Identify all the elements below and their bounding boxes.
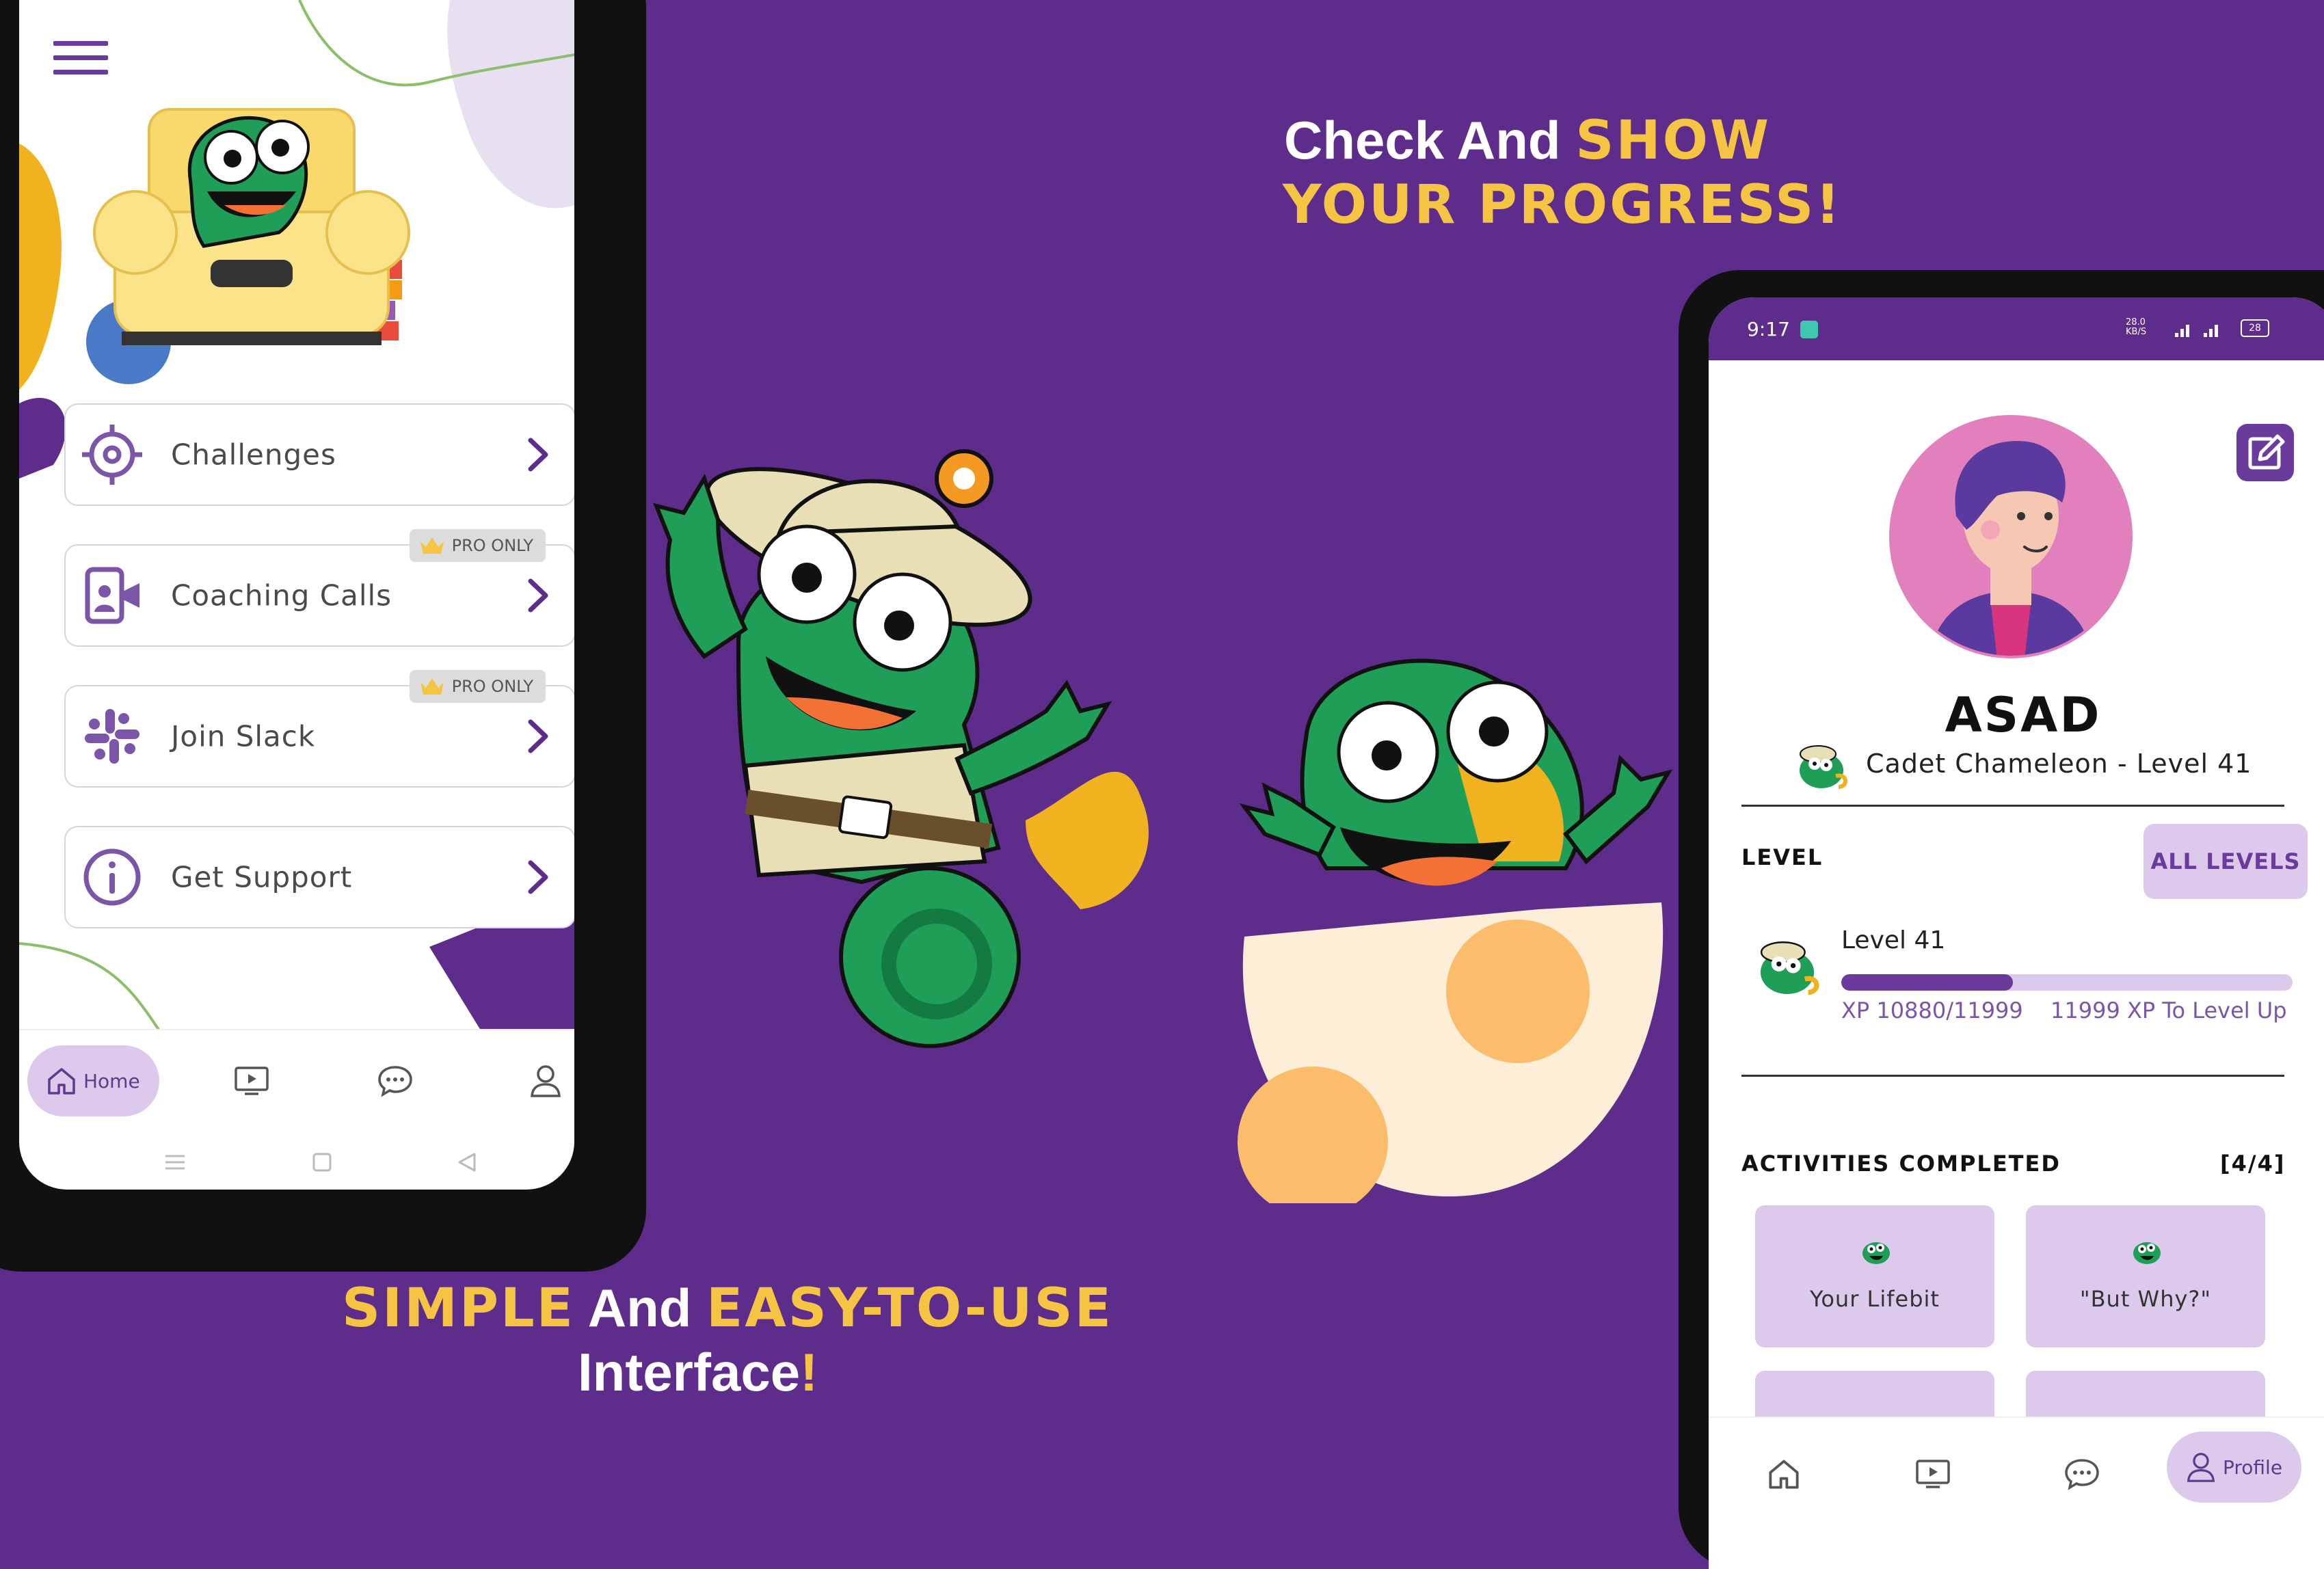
chat-bubble-icon (2065, 1459, 2099, 1490)
level-badge-icon (1760, 941, 1819, 995)
headline-bottom-line2: Interface! (578, 1341, 818, 1404)
nav-profile[interactable]: Profile (2167, 1432, 2302, 1503)
nav-videos[interactable] (1906, 1438, 1960, 1510)
crown-icon (420, 678, 444, 695)
video-player-icon (1916, 1460, 1950, 1488)
left-bottom-nav: Home (19, 1029, 574, 1140)
chevron-right-icon (528, 719, 548, 753)
chat-bubble-icon (378, 1066, 412, 1097)
hamburger-menu-icon[interactable] (53, 41, 108, 79)
user-icon (2187, 1453, 2215, 1482)
edit-profile-button[interactable] (2236, 424, 2294, 481)
all-levels-button[interactable]: ALL LEVELS (2143, 824, 2308, 899)
left-phone-frame: Challenges Coaching Calls PRO ONLY Join … (0, 0, 646, 1272)
right-bottom-nav: Profile (1709, 1417, 2324, 1569)
notification-icon (1800, 321, 1818, 338)
nav-chat[interactable] (2055, 1438, 2109, 1510)
divider (1741, 1075, 2284, 1077)
chevron-right-icon (528, 860, 548, 894)
chevron-right-icon (528, 438, 548, 472)
divider (1741, 805, 2284, 807)
xp-current: XP 10880/11999 (1841, 997, 2023, 1023)
pro-only-badge: PRO ONLY (409, 529, 546, 562)
avatar (1889, 415, 2133, 658)
activity-card-your-lifebit[interactable]: Your Lifebit (1755, 1205, 1994, 1347)
nav-videos[interactable] (224, 1045, 279, 1116)
nav-home[interactable]: Home (27, 1045, 159, 1116)
nav-home[interactable] (1757, 1438, 1811, 1510)
headline-top-line2: YOUR PROGRESS! (1283, 174, 1842, 236)
system-back-icon[interactable] (457, 1152, 477, 1172)
home-icon (48, 1068, 75, 1095)
system-home-icon[interactable] (312, 1152, 332, 1172)
menu-item-get-support[interactable]: Get Support (64, 826, 574, 928)
battery-level: 28 (2249, 323, 2261, 334)
edit-icon (2248, 434, 2285, 470)
egg-chameleon-illustration (1238, 658, 1673, 1203)
pro-only-badge: PRO ONLY (409, 670, 546, 703)
xp-to-level: 11999 XP To Level Up (2051, 997, 2287, 1023)
network-speed: 28.0 KB/S (2126, 317, 2147, 337)
crown-icon (420, 537, 444, 554)
home-icon (1769, 1460, 1799, 1489)
headline-bottom-part1: SIMPLE (342, 1278, 575, 1339)
right-phone-screen: 9:17 28.0 KB/S 28 ASAD Cadet Chameleon -… (1709, 297, 2324, 1569)
headline-bottom-part2: And (574, 1278, 707, 1338)
rank-badge-icon (1800, 745, 1847, 789)
headline-bottom-line1: SIMPLE And EASY-TO-USE (342, 1277, 1113, 1339)
level-label: Level 41 (1841, 926, 1946, 954)
menu-item-label: Challenges (171, 438, 336, 472)
nav-home-label: Home (83, 1069, 140, 1092)
menu-item-challenges[interactable]: Challenges (64, 403, 574, 506)
nav-profile-label: Profile (2223, 1456, 2283, 1479)
menu-item-coaching-calls[interactable]: Coaching Calls PRO ONLY (64, 529, 574, 647)
slack-icon (85, 709, 139, 764)
gaming-chameleon-illustration (86, 108, 410, 384)
headline-top-line1: Check And SHOW (1284, 109, 1771, 172)
system-navigation-bar (19, 1138, 574, 1190)
explorer-chameleon-illustration (653, 449, 1149, 1048)
level-section-title: LEVEL (1741, 844, 1824, 870)
chevron-right-icon (528, 578, 548, 613)
info-icon (83, 848, 141, 906)
pro-only-label: PRO ONLY (451, 536, 533, 555)
nav-profile[interactable] (518, 1045, 573, 1116)
activities-count: [4/4] (2220, 1151, 2286, 1177)
headline-bottom-exclamation: ! (800, 1342, 818, 1402)
signal-icon (2175, 325, 2218, 337)
battery-icon: 28 (2241, 319, 2269, 337)
activities-title: ACTIVITIES COMPLETED (1741, 1151, 2061, 1177)
profile-rank: Cadet Chameleon - Level 41 (1866, 749, 2252, 779)
left-phone-screen: Challenges Coaching Calls PRO ONLY Join … (19, 0, 574, 1190)
target-icon (82, 425, 142, 485)
headline-bottom-interface: Interface (578, 1342, 801, 1402)
nav-chat[interactable] (368, 1045, 423, 1116)
activity-card-label: "But Why?" (2079, 1286, 2212, 1312)
headline-top-part1: Check And (1284, 110, 1576, 170)
status-bar: 9:17 28.0 KB/S 28 (1709, 297, 2324, 360)
chameleon-icon (2133, 1242, 2161, 1264)
menu-item-join-slack[interactable]: Join Slack PRO ONLY (64, 670, 574, 788)
xp-progress-fill (1841, 974, 2013, 991)
activity-card-label: Your Lifebit (1810, 1286, 1940, 1312)
xp-progress-bar (1841, 974, 2293, 991)
user-icon (531, 1065, 561, 1097)
pro-only-label: PRO ONLY (451, 677, 533, 696)
right-phone-frame: 9:17 28.0 KB/S 28 ASAD Cadet Chameleon -… (1679, 270, 2324, 1569)
menu-item-label: Join Slack (171, 719, 316, 753)
menu-item-label: Get Support (171, 860, 353, 894)
menu-item-label: Coaching Calls (171, 578, 392, 613)
headline-bottom-part3: EASY-TO-USE (706, 1278, 1113, 1339)
activity-card-but-why[interactable]: "But Why?" (2026, 1205, 2265, 1347)
video-call-icon (85, 567, 139, 624)
video-player-icon (235, 1067, 269, 1095)
headline-top-part2: SHOW (1575, 110, 1771, 172)
status-time: 9:17 (1747, 318, 1790, 340)
recent-apps-icon[interactable] (164, 1152, 186, 1172)
chameleon-icon (1862, 1242, 1890, 1264)
